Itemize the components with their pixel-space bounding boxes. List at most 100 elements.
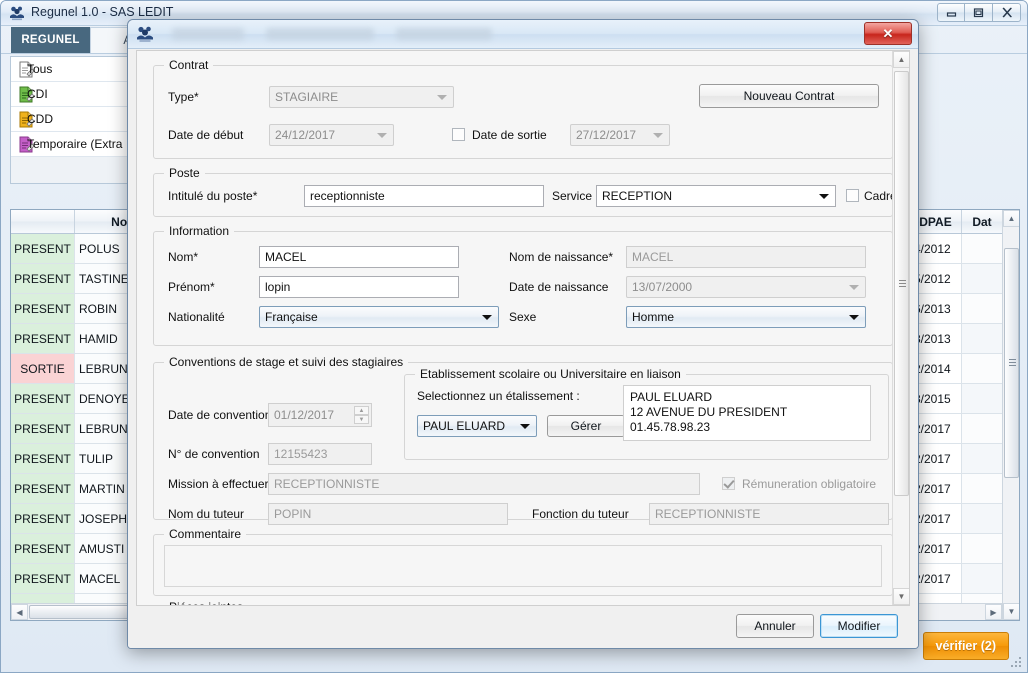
label-intitule-poste: Intitulé du poste* <box>168 189 258 203</box>
vertical-scroll-thumb[interactable] <box>1004 248 1019 478</box>
date-convention-value: 01/12/2017 <box>274 408 335 422</box>
gerer-button[interactable]: Gérer <box>547 415 625 437</box>
groupbox-etablissement-legend: Etablissement scolaire ou Universitaire … <box>415 367 686 381</box>
sidebar-item-label: CDD <box>27 112 53 126</box>
cell-dat <box>962 264 1003 293</box>
scroll-up-icon[interactable]: ▲ <box>1003 210 1019 227</box>
cell-dat <box>962 354 1003 383</box>
cell-dat <box>962 384 1003 413</box>
label-type: Type* <box>168 90 199 104</box>
status-badge: PRESENT <box>11 414 75 443</box>
cancel-button[interactable]: Annuler <box>736 614 814 638</box>
nom-value: MACEL <box>265 250 307 264</box>
maximize-icon[interactable] <box>965 3 993 22</box>
date-sortie-field[interactable]: 27/12/2017 <box>570 124 670 146</box>
nom-naissance-input[interactable]: MACEL <box>626 246 866 268</box>
dialog-title-redacted <box>172 28 492 40</box>
nom-tuteur-input[interactable]: POPIN <box>268 503 508 525</box>
fonction-tuteur-input[interactable]: RECEPTIONNISTE <box>649 503 889 525</box>
remuneration-checkbox[interactable] <box>722 477 735 490</box>
type-value: STAGIAIRE <box>275 90 339 104</box>
nationalite-combobox[interactable]: Française <box>259 306 499 328</box>
date-convention-field[interactable]: 01/12/2017 ▲ ▼ <box>268 403 372 427</box>
cell-dat <box>962 534 1003 563</box>
cancel-label: Annuler <box>754 619 796 633</box>
num-convention-input[interactable]: 12155423 <box>268 443 372 465</box>
table-header-dat[interactable]: Dat <box>962 210 1003 233</box>
cell-dat <box>962 444 1003 473</box>
screen: Regunel 1.0 - SAS LEDIT REGUNEL ACC <box>0 0 1028 673</box>
dialog-scroll-down-icon[interactable]: ▼ <box>893 588 909 605</box>
minimize-icon[interactable] <box>937 3 965 22</box>
date-debut-field[interactable]: 24/12/2017 <box>269 124 394 146</box>
groupbox-poste-legend: Poste <box>164 166 205 180</box>
sidebar-item-label: Tous <box>27 62 53 76</box>
spinner-down-icon[interactable]: ▼ <box>354 415 369 424</box>
verify-button[interactable]: vérifier (2) <box>922 632 1009 660</box>
dialog-vertical-scrollbar[interactable]: ▲ ▼ <box>892 51 909 605</box>
cadre-checkbox[interactable] <box>846 189 859 202</box>
prenom-input[interactable]: lopin <box>259 276 459 298</box>
status-badge: PRESENT <box>11 234 75 263</box>
chevron-down-icon <box>819 194 829 199</box>
label-nom-tuteur: Nom du tuteur <box>168 507 245 521</box>
label-prenom: Prénom* <box>168 280 215 294</box>
groupbox-commentaire-legend: Commentaire <box>164 527 247 541</box>
horizontal-scroll-thumb[interactable] <box>29 605 134 619</box>
status-badge: PRESENT <box>11 564 75 593</box>
sexe-combobox[interactable]: Homme <box>626 306 866 328</box>
label-date-debut: Date de début <box>168 128 244 142</box>
table-header-status[interactable] <box>11 210 75 233</box>
modify-label: Modifier <box>837 619 881 633</box>
service-combobox[interactable]: RECEPTION <box>596 185 836 207</box>
commentaire-textarea[interactable] <box>164 545 882 587</box>
chevron-down-icon <box>653 133 663 138</box>
gerer-label: Gérer <box>570 419 602 433</box>
status-badge: PRESENT <box>11 534 75 563</box>
sexe-value: Homme <box>632 310 675 324</box>
label-service: Service <box>552 189 593 203</box>
modify-button[interactable]: Modifier <box>820 614 898 638</box>
chevron-down-icon <box>377 133 387 138</box>
groupbox-commentaire: Commentaire <box>153 527 893 596</box>
dialog-scroll-up-icon[interactable]: ▲ <box>893 51 909 68</box>
chevron-down-icon <box>437 95 447 100</box>
intitule-poste-value: receptionniste <box>310 189 385 203</box>
label-sexe: Sexe <box>509 310 537 324</box>
type-combobox[interactable]: STAGIAIRE <box>269 86 454 108</box>
scroll-left-icon[interactable]: ◀ <box>11 604 28 620</box>
dialog-scroll-thumb[interactable] <box>894 71 909 496</box>
tab-regunel[interactable]: REGUNEL <box>11 27 90 53</box>
date-convention-spinner[interactable]: ▲ ▼ <box>354 406 369 424</box>
label-nationalite: Nationalité <box>168 310 225 324</box>
scroll-down-icon[interactable]: ▼ <box>1003 603 1019 620</box>
mission-input[interactable]: RECEPTIONNISTE <box>268 473 700 495</box>
chevron-down-icon <box>849 315 859 320</box>
nom-input[interactable]: MACEL <box>259 246 459 268</box>
label-nom-naissance: Nom de naissance* <box>509 250 614 264</box>
table-vertical-scrollbar[interactable]: ▲ ▼ <box>1002 210 1019 620</box>
contract-dialog: ✕ Contrat Type* STAGIAIRE Nouveau Contra… <box>127 19 919 649</box>
intitule-poste-input[interactable]: receptionniste <box>304 185 544 207</box>
status-badge: PRESENT <box>11 264 75 293</box>
etablissement-details[interactable]: PAUL ELUARD 12 AVENUE DU PRESIDENT 01.45… <box>623 385 871 441</box>
date-sortie-value: 27/12/2017 <box>576 128 637 142</box>
nom-naissance-value: MACEL <box>632 250 674 264</box>
etablissement-combobox[interactable]: PAUL ELUARD <box>417 415 537 437</box>
nouveau-contrat-button[interactable]: Nouveau Contrat <box>699 84 879 108</box>
status-badge: PRESENT <box>11 324 75 353</box>
scroll-right-icon[interactable]: ▶ <box>985 604 1002 620</box>
main-window-title: Regunel 1.0 - SAS LEDIT <box>31 5 174 19</box>
nom-tuteur-value: POPIN <box>274 507 312 521</box>
date-sortie-checkbox[interactable] <box>452 128 465 141</box>
close-icon[interactable] <box>993 3 1021 22</box>
etablissement-line3: 01.45.78.98.23 <box>630 420 711 434</box>
verify-button-label: vérifier (2) <box>935 639 996 653</box>
date-naissance-field[interactable]: 13/07/2000 <box>626 276 866 298</box>
nationalite-value: Française <box>265 310 318 324</box>
spinner-up-icon[interactable]: ▲ <box>354 406 369 415</box>
dialog-close-button[interactable]: ✕ <box>864 22 912 45</box>
dialog-scroll-grip-icon <box>899 279 906 288</box>
resize-grip-icon[interactable] <box>1011 657 1023 669</box>
label-mission: Mission à effectuer <box>168 477 269 491</box>
